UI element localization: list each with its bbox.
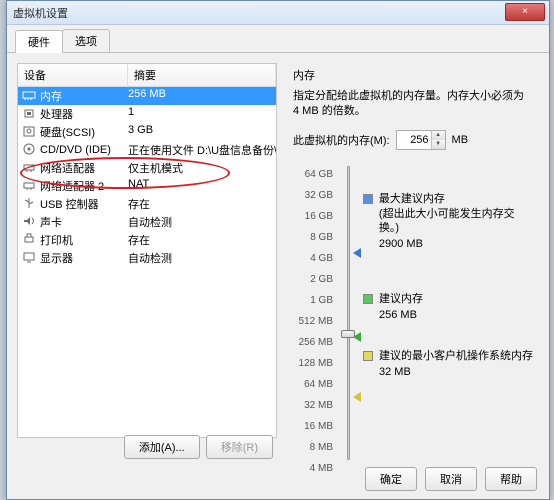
tab-hardware[interactable]: 硬件 — [15, 30, 63, 53]
disk-icon — [22, 125, 38, 139]
device-row-cd[interactable]: CD/DVD (IDE) 正在使用文件 D:\U盘信息备份\ 根目... — [18, 141, 276, 159]
titlebar[interactable]: 虚拟机设置 × — [7, 1, 549, 25]
tabs: 硬件 选项 — [7, 25, 549, 53]
tick-label: 128 MB — [293, 353, 333, 374]
tab-options[interactable]: 选项 — [62, 29, 110, 52]
memory-unit: MB — [452, 134, 469, 146]
window-title: 虚拟机设置 — [13, 5, 68, 21]
device-name: 显示器 — [40, 250, 73, 266]
cd-icon — [22, 143, 38, 157]
legend-min-value: 32 MB — [379, 365, 533, 380]
tick-label: 2 GB — [293, 269, 333, 290]
legend-rec-swatch — [363, 294, 373, 304]
dialog-footer: 确定 取消 帮助 — [365, 467, 537, 491]
legend-rec-label: 建议内存 — [379, 292, 423, 307]
memory-legend: 最大建议内存 (超出此大小可能发生内存交换。) 2900 MB 建议内存 256… — [363, 164, 533, 479]
legend-rec-value: 256 MB — [379, 308, 423, 323]
device-summary: 存在 — [128, 196, 276, 212]
memory-heading: 内存 — [293, 67, 533, 83]
cancel-button[interactable]: 取消 — [425, 467, 477, 491]
device-row-usb[interactable]: USB 控制器 存在 — [18, 195, 276, 213]
tick-label: 64 GB — [293, 164, 333, 185]
list-body: 内存 256 MB 处理器 1 硬盘(SCSI) 3 GB CD/DVD (IDE) 正在使用… — [18, 87, 276, 437]
device-summary: 1 — [128, 106, 276, 122]
device-summary: 正在使用文件 D:\U盘信息备份\ 根目... — [128, 142, 276, 158]
device-summary: 自动检测 — [128, 250, 276, 266]
device-summary: 仅主机模式 — [128, 160, 276, 176]
device-row-printer[interactable]: 打印机 存在 — [18, 231, 276, 249]
memory-spinner[interactable]: ▲▼ — [431, 131, 445, 149]
device-name: 内存 — [40, 88, 62, 104]
display-icon — [22, 251, 38, 265]
tick-label: 1 GB — [293, 290, 333, 311]
legend-max-swatch — [363, 194, 373, 204]
tick-label: 16 GB — [293, 206, 333, 227]
device-name: CD/DVD (IDE) — [40, 144, 111, 156]
legend-min-swatch — [363, 351, 373, 361]
marker-max-icon — [353, 248, 361, 258]
memory-slider-area: 64 GB32 GB16 GB8 GB4 GB2 GB1 GB512 MB256… — [293, 164, 533, 479]
device-row-disk[interactable]: 硬盘(SCSI) 3 GB — [18, 123, 276, 141]
device-row-sound[interactable]: 声卡 自动检测 — [18, 213, 276, 231]
device-name: 处理器 — [40, 106, 73, 122]
device-name: 声卡 — [40, 214, 62, 230]
tick-label: 8 GB — [293, 227, 333, 248]
device-summary: NAT — [128, 178, 276, 194]
device-summary: 存在 — [128, 232, 276, 248]
device-name: 硬盘(SCSI) — [40, 124, 95, 140]
help-button[interactable]: 帮助 — [485, 467, 537, 491]
tick-label: 256 MB — [293, 332, 333, 353]
col-device[interactable]: 设备 — [18, 64, 128, 86]
device-summary: 256 MB — [128, 88, 276, 104]
close-button[interactable]: × — [505, 3, 545, 21]
tick-label: 512 MB — [293, 311, 333, 332]
memory-slider-track[interactable] — [339, 164, 357, 479]
tick-label: 4 GB — [293, 248, 333, 269]
add-button[interactable]: 添加(A)... — [124, 435, 200, 459]
legend-max-value: 2900 MB — [379, 237, 533, 252]
device-row-cpu[interactable]: 处理器 1 — [18, 105, 276, 123]
tick-label: 32 MB — [293, 395, 333, 416]
net-icon — [22, 179, 38, 193]
legend-max-note: (超出此大小可能发生内存交换。) — [379, 207, 533, 237]
net-icon — [22, 161, 38, 175]
device-summary: 3 GB — [128, 124, 276, 140]
device-row-net[interactable]: 网络适配器 仅主机模式 — [18, 159, 276, 177]
legend-max-label: 最大建议内存 — [379, 192, 533, 207]
ok-button[interactable]: 确定 — [365, 467, 417, 491]
sound-icon — [22, 215, 38, 229]
usb-icon — [22, 197, 38, 211]
slider-thumb[interactable] — [341, 330, 355, 338]
tick-label: 4 MB — [293, 458, 333, 479]
device-name: 打印机 — [40, 232, 73, 248]
tick-label: 8 MB — [293, 437, 333, 458]
tick-label: 32 GB — [293, 185, 333, 206]
device-summary: 自动检测 — [128, 214, 276, 230]
printer-icon — [22, 233, 38, 247]
device-name: 网络适配器 2 — [40, 178, 104, 194]
list-header: 设备 摘要 — [18, 64, 276, 87]
col-summary[interactable]: 摘要 — [128, 64, 276, 86]
memory-icon — [22, 89, 38, 103]
device-name: USB 控制器 — [40, 196, 99, 212]
legend-min-label: 建议的最小客户机操作系统内存 — [379, 349, 533, 364]
device-name: 网络适配器 — [40, 160, 95, 176]
device-row-display[interactable]: 显示器 自动检测 — [18, 249, 276, 267]
memory-panel: 内存 指定分配给此虚拟机的内存量。内存大小必须为 4 MB 的倍数。 此虚拟机的… — [287, 63, 539, 438]
vm-settings-window: 虚拟机设置 × 硬件 选项 设备 摘要 内存256 MB处理器1硬盘(SCSI)… — [6, 0, 550, 500]
tick-label: 16 MB — [293, 416, 333, 437]
tick-label: 64 MB — [293, 374, 333, 395]
device-row-memory[interactable]: 内存 256 MB — [18, 87, 276, 105]
remove-button[interactable]: 移除(R) — [206, 435, 273, 459]
marker-min-icon — [353, 392, 361, 402]
memory-desc: 指定分配给此虚拟机的内存量。内存大小必须为 4 MB 的倍数。 — [293, 89, 533, 120]
device-list: 设备 摘要 内存256 MB处理器1硬盘(SCSI)3 GBCD/DVD (ID… — [17, 63, 277, 438]
cpu-icon — [22, 107, 38, 121]
memory-label: 此虚拟机的内存(M): — [293, 132, 390, 148]
device-row-net[interactable]: 网络适配器 2 NAT — [18, 177, 276, 195]
memory-input-row: 此虚拟机的内存(M): ▲▼ MB — [293, 130, 533, 150]
memory-tick-labels: 64 GB32 GB16 GB8 GB4 GB2 GB1 GB512 MB256… — [293, 164, 333, 479]
